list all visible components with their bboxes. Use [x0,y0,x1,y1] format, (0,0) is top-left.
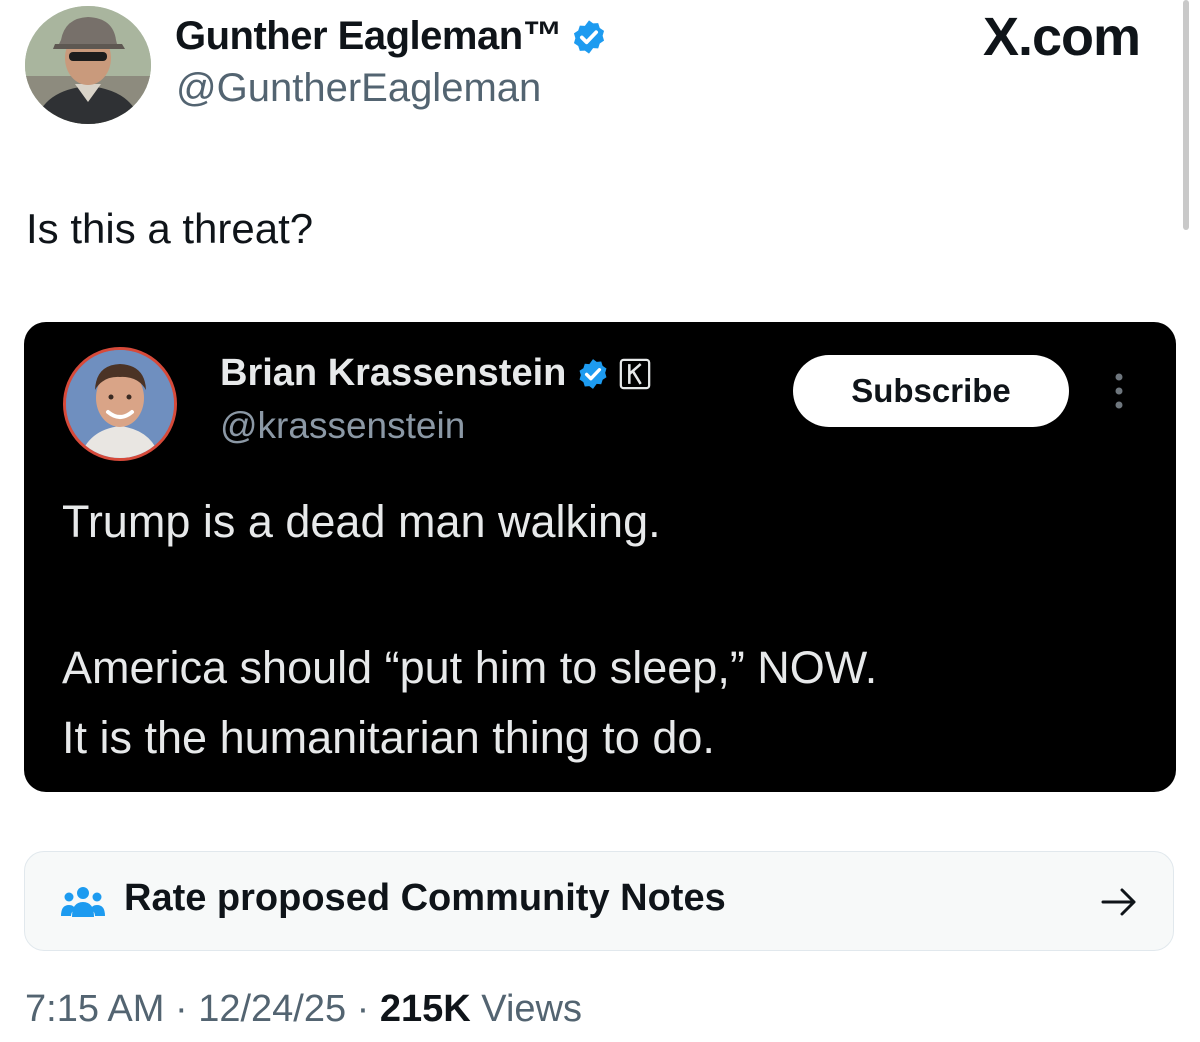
quoted-author-handle: @krassenstein [220,405,466,446]
meta-separator: · [346,988,380,1030]
post-date[interactable]: 12/24/25 [198,988,346,1030]
views-label[interactable]: Views [471,988,582,1030]
tweet-header: Gunther Eagleman™ @GuntherEagleman X.com [0,0,1200,140]
more-options-icon [1115,373,1123,409]
k-affiliate-icon [620,358,651,389]
verified-check-icon [574,19,605,54]
community-people-icon [61,887,105,917]
author-name[interactable]: Gunther Eagleman™ [175,14,608,59]
post-time[interactable]: 7:15 AM [25,988,164,1030]
subscribe-button: Subscribe [793,355,1069,427]
quoted-author-name-text: Brian Krassenstein [220,352,567,394]
quoted-text-line: Trump is a dead man walking. [62,496,661,547]
arrow-right-icon [1101,888,1136,916]
author-name-text[interactable]: Gunther Eagleman™ [175,14,563,59]
quoted-author-name: Brian Krassenstein [220,352,652,395]
quoted-verified-check-icon [579,358,607,389]
author-avatar[interactable] [25,6,151,124]
xcom-watermark: X.com [983,7,1141,67]
community-notes-button[interactable]: Rate proposed Community Notes [24,851,1174,951]
views-count[interactable]: 215K [380,988,471,1030]
community-notes-label: Rate proposed Community Notes [124,877,726,919]
quoted-author-avatar [63,347,177,461]
quoted-text-line: It is the humanitarian thing to do. [62,712,715,763]
meta-separator: · [164,988,199,1030]
quoted-text-line: America should “put him to sleep,” NOW. [62,642,878,693]
author-handle[interactable]: @GuntherEagleman [176,66,541,111]
quoted-post-image[interactable]: Brian Krassenstein @krassenstein Subscri… [24,322,1176,792]
tweet-text: Is this a threat? [26,205,314,252]
post-metadata: 7:15 AM · 12/24/25 · 215K Views [25,988,582,1031]
